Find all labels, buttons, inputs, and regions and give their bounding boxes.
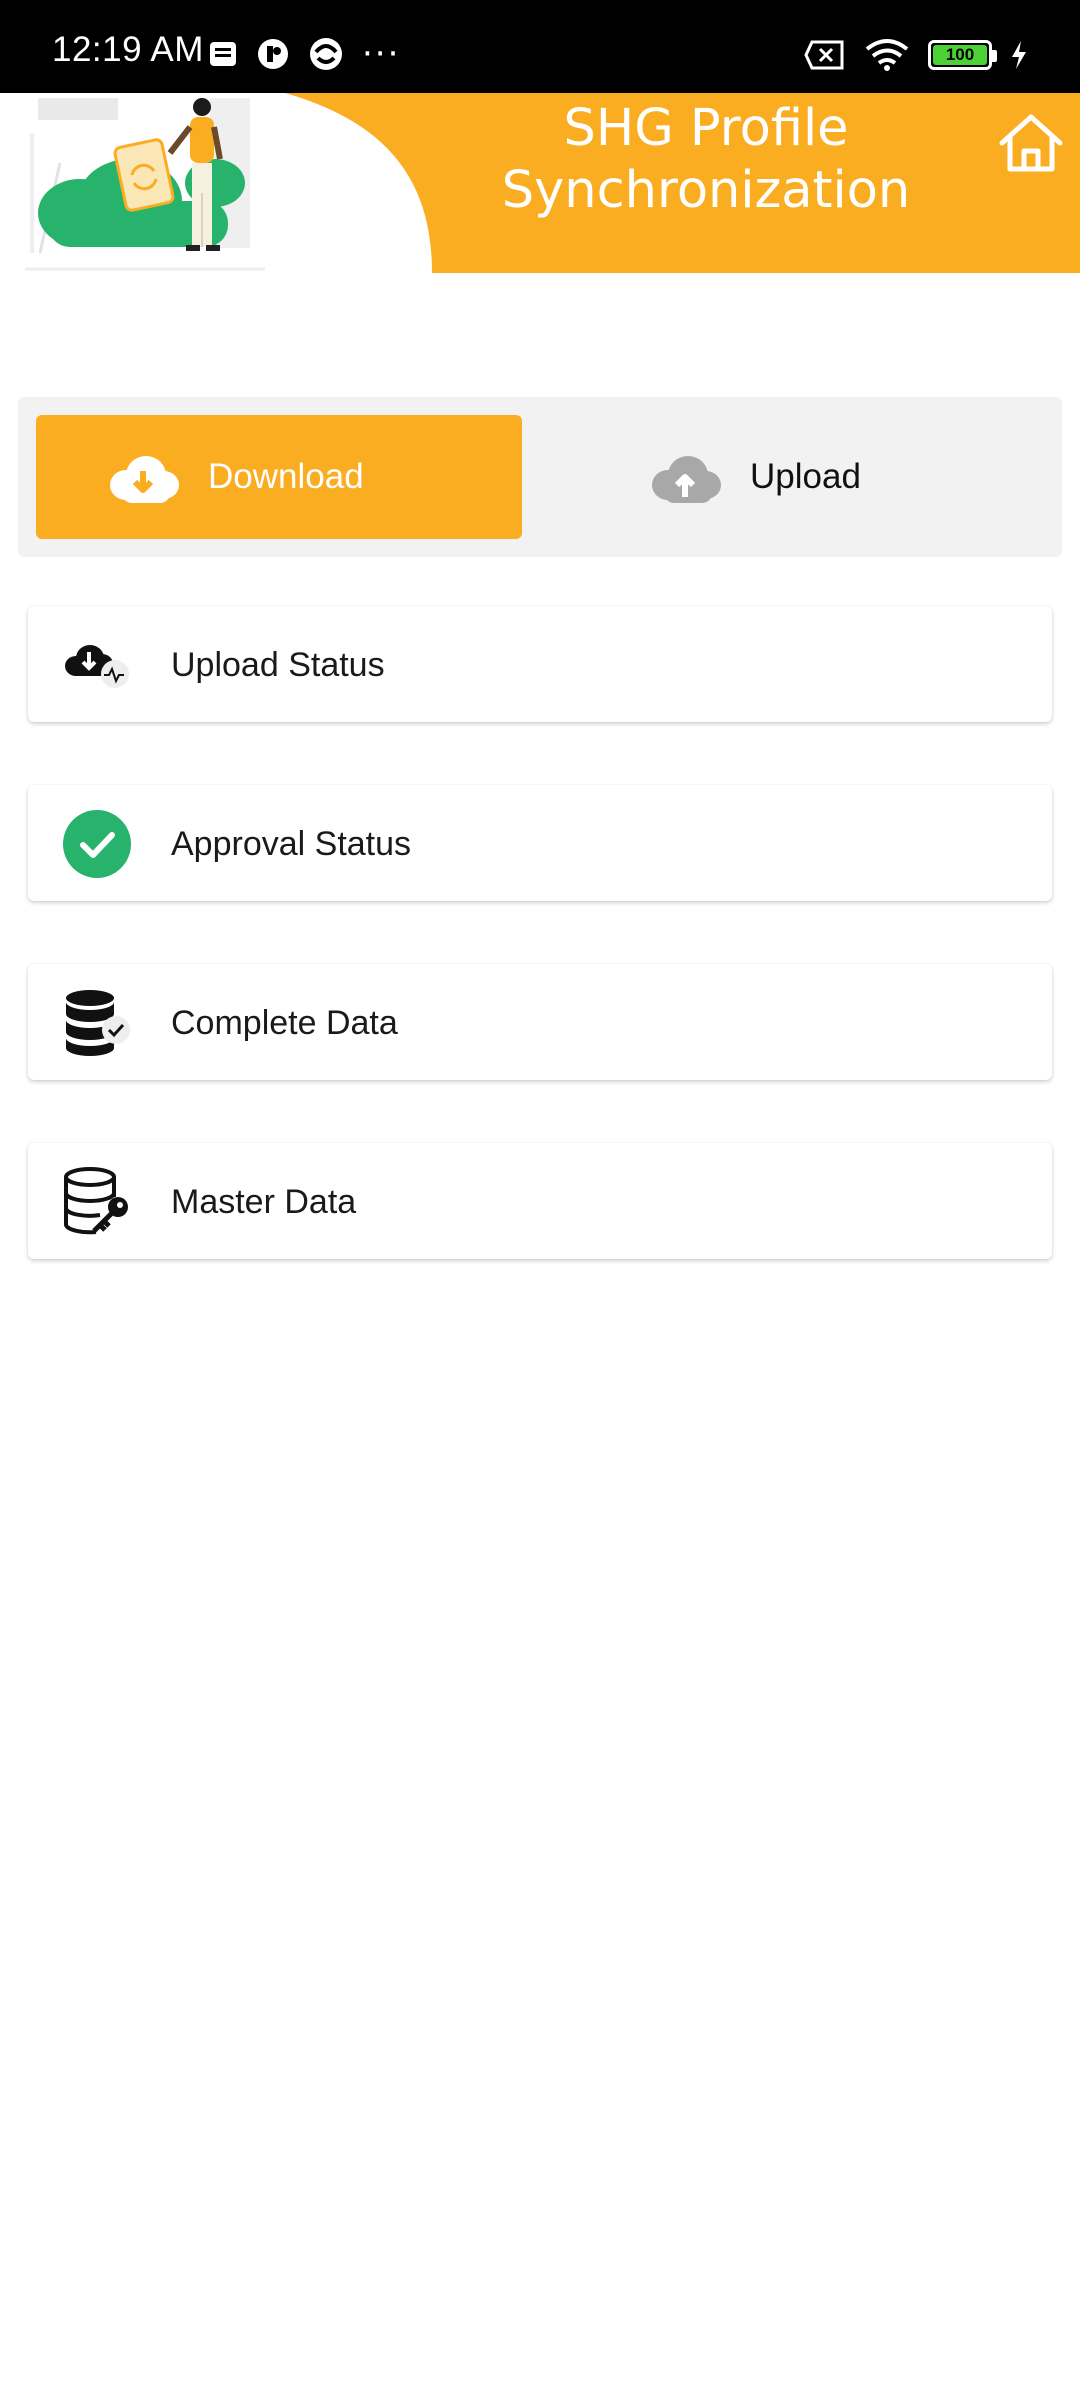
download-tab[interactable]: Download (36, 415, 522, 539)
master-data-card[interactable]: Master Data (28, 1143, 1052, 1259)
check-circle-icon (63, 810, 131, 878)
approval-status-label: Approval Status (171, 825, 412, 863)
approval-status-card[interactable]: Approval Status (28, 785, 1052, 901)
notification-icon (210, 42, 236, 66)
complete-data-label: Complete Data (171, 1004, 398, 1042)
sync-mode-toggle: Download Upload (18, 397, 1062, 557)
home-icon (999, 114, 1063, 172)
sync-illustration (25, 98, 265, 271)
status-right-icons: 100 (804, 38, 1028, 72)
master-data-label: Master Data (171, 1183, 357, 1221)
download-tab-label: Download (208, 457, 364, 496)
app-icon-2 (310, 38, 342, 70)
complete-data-card[interactable]: Complete Data (28, 964, 1052, 1080)
status-left-icons: ··· (208, 36, 400, 72)
wifi-icon (865, 39, 909, 71)
no-sim-icon (804, 40, 844, 70)
home-button[interactable] (996, 111, 1066, 175)
battery-icon: 100 (928, 40, 997, 70)
charging-icon (1012, 41, 1026, 69)
upload-tab-label: Upload (750, 457, 861, 496)
cloud-upload-icon (652, 456, 721, 503)
more-dots-icon: ··· (362, 34, 401, 74)
upload-status-card[interactable]: Upload Status (28, 606, 1052, 722)
database-key-icon (64, 1167, 128, 1235)
status-time: 12:19 AM (52, 30, 204, 69)
page-title: SHG Profile Synchronization (501, 99, 911, 220)
database-check-icon (66, 990, 130, 1056)
app-icon-1 (258, 39, 288, 69)
battery-level: 100 (933, 45, 987, 65)
cloud-download-icon (110, 456, 179, 503)
cloud-download-activity-icon (65, 645, 129, 688)
app-header: SHG Profile Synchronization (0, 93, 1080, 273)
upload-tab[interactable]: Upload (558, 415, 1044, 539)
status-bar: 12:19 AM ··· 100 (0, 0, 1080, 93)
upload-status-label: Upload Status (171, 646, 385, 684)
